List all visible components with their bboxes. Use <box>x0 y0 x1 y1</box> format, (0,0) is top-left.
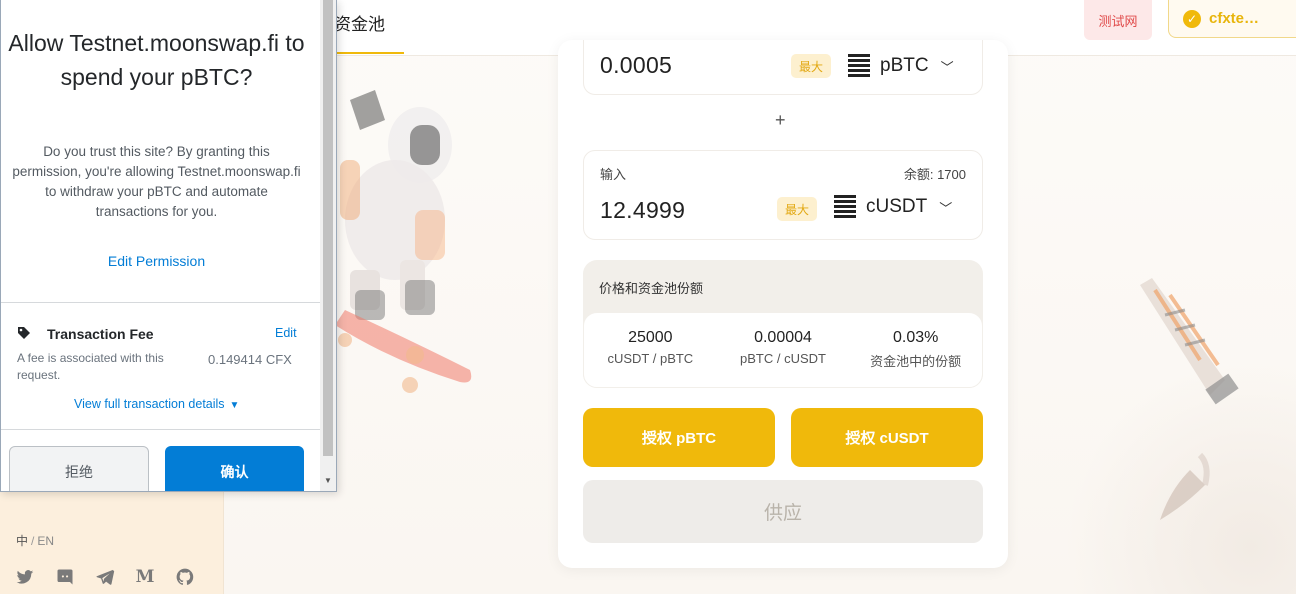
wallet-approval-popup: Allow Testnet.moonswap.fi to spend your … <box>0 0 337 492</box>
token-b-amount-input[interactable]: 12.4999 <box>600 197 685 224</box>
fee-note: A fee is associated with this request. <box>17 351 164 382</box>
social-links: M <box>14 566 196 588</box>
chevron-down-icon: ﹀ <box>940 59 954 75</box>
token-b-balance: 余额: 1700 <box>903 167 966 182</box>
fee-edit-link[interactable]: Edit <box>275 326 297 340</box>
stat-value: 0.00004 <box>754 329 812 346</box>
scrollbar-thumb[interactable] <box>323 0 333 456</box>
medium-icon[interactable]: M <box>134 566 156 588</box>
stat-label: cUSDT / pBTC <box>607 351 694 366</box>
price-stats: 25000 cUSDT / pBTC 0.00004 pBTC / cUSDT … <box>583 312 983 388</box>
token-b-label: 输入 <box>600 167 627 182</box>
wallet-address: cfxte… <box>1209 10 1260 27</box>
fee-amount: 0.149414 CFX <box>208 352 292 367</box>
divider <box>1 429 322 430</box>
popup-content: Allow Testnet.moonswap.fi to spend your … <box>1 0 322 491</box>
stat-label: pBTC / cUSDT <box>740 351 826 366</box>
stat-item: 0.00004 pBTC / cUSDT <box>717 313 850 387</box>
lang-zh[interactable]: 中 <box>16 534 28 548</box>
tab-pool[interactable]: 资金池 <box>332 0 404 54</box>
rocket-illustration <box>1140 278 1239 520</box>
reject-button[interactable]: 拒绝 <box>9 446 149 491</box>
language-switch[interactable]: 中 / EN <box>16 532 54 549</box>
scroll-down-arrow-icon[interactable]: ▼ <box>324 476 332 485</box>
popup-scrollbar[interactable]: ▼ <box>320 0 336 491</box>
confirm-button[interactable]: 确认 <box>165 446 304 491</box>
add-liquidity-card: 0.0005 最大 pBTC ﹀ + 输入 余额: 1700 12.4999 最… <box>558 40 1008 568</box>
plus-icon: + <box>775 110 786 130</box>
edit-permission-link[interactable]: Edit Permission <box>1 253 312 269</box>
approve-cusdt-button[interactable]: 授权 cUSDT <box>791 408 983 467</box>
tag-icon <box>18 327 30 339</box>
supply-button[interactable]: 供应 <box>583 480 983 543</box>
token-b-max-button[interactable]: 最大 <box>777 197 817 221</box>
twitter-icon[interactable] <box>14 566 36 588</box>
lang-separator: / <box>31 534 35 548</box>
token-a-symbol: pBTC <box>880 55 929 76</box>
price-section-title: 价格和资金池份额 <box>599 281 704 296</box>
astronaut-skateboard-illustration <box>335 90 472 393</box>
wallet-address-button[interactable]: ✓ cfxte… <box>1168 0 1296 38</box>
telegram-icon[interactable] <box>94 566 116 588</box>
transaction-fee-title: Transaction Fee <box>47 326 154 342</box>
check-circle-icon: ✓ <box>1183 9 1201 28</box>
token-b-selector[interactable]: cUSDT ﹀ <box>834 195 952 219</box>
chevron-down-icon: ﹀ <box>939 200 953 216</box>
pbtc-token-icon <box>848 54 870 78</box>
stat-label: 资金池中的份额 <box>870 354 962 369</box>
token-a-input-panel: 0.0005 最大 pBTC ﹀ <box>583 40 983 95</box>
lang-en[interactable]: EN <box>37 534 54 548</box>
view-details-link[interactable]: View full transaction details ▼ <box>74 397 239 411</box>
view-details-label: View full transaction details <box>74 397 225 411</box>
github-icon[interactable] <box>174 566 196 588</box>
popup-title: Allow Testnet.moonswap.fi to spend your … <box>8 30 305 90</box>
token-a-max-button[interactable]: 最大 <box>791 54 831 78</box>
token-b-symbol: cUSDT <box>866 196 928 217</box>
token-b-input-panel: 输入 余额: 1700 12.4999 最大 cUSDT ﹀ <box>583 150 983 240</box>
token-a-amount-input[interactable]: 0.0005 <box>600 52 672 79</box>
stat-item: 25000 cUSDT / pBTC <box>584 313 717 387</box>
stat-item: 0.03% 资金池中的份额 <box>849 313 982 387</box>
discord-icon[interactable] <box>54 566 76 588</box>
stat-value: 25000 <box>628 329 673 346</box>
caret-down-icon: ▼ <box>229 400 240 411</box>
popup-description: Do you trust this site? By granting this… <box>12 144 301 219</box>
approve-pbtc-button[interactable]: 授权 pBTC <box>583 408 775 467</box>
network-badge: 测试网 <box>1084 0 1152 40</box>
stat-value: 0.03% <box>892 329 939 346</box>
price-and-share-panel: 价格和资金池份额 25000 cUSDT / pBTC 0.00004 pBTC… <box>583 260 983 388</box>
token-a-selector[interactable]: pBTC ﹀ <box>848 54 954 78</box>
divider <box>1 302 322 303</box>
cusdt-token-icon <box>834 195 856 219</box>
